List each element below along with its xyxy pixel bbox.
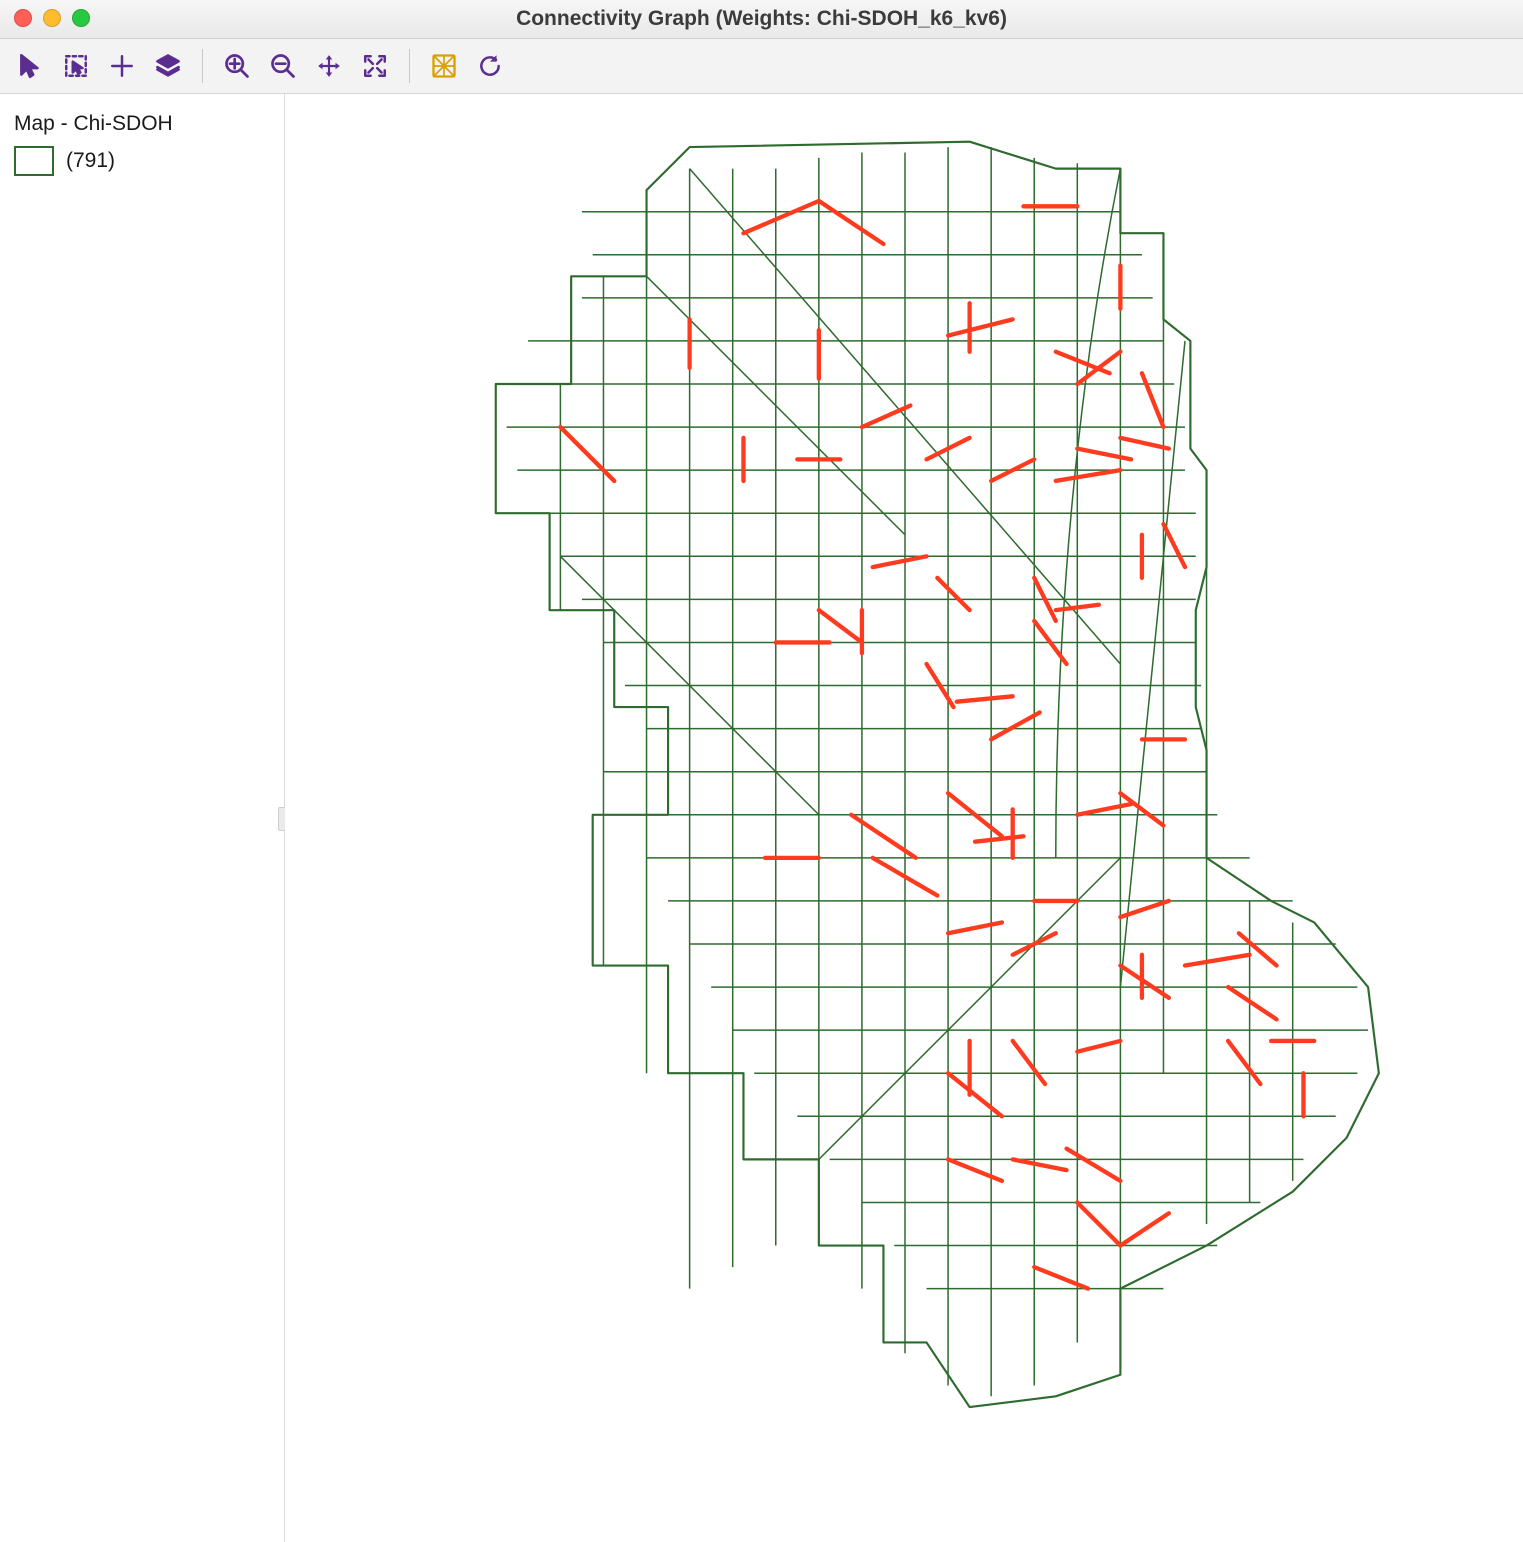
select-tool-button[interactable]: [10, 46, 50, 86]
window-title: Connectivity Graph (Weights: Chi-SDOH_k6…: [0, 7, 1523, 31]
map-svg: [325, 104, 1485, 1504]
toolbar-separator: [202, 49, 203, 83]
workspace: Map - Chi-SDOH (791): [0, 94, 1523, 1542]
rectangle-select-button[interactable]: [56, 46, 96, 86]
toolbar-separator: [409, 49, 410, 83]
zoom-out-button[interactable]: [263, 46, 303, 86]
zoom-in-icon: [223, 52, 251, 80]
map-canvas[interactable]: [285, 94, 1523, 1542]
layers-button[interactable]: [148, 46, 188, 86]
zoom-window-button[interactable]: [72, 9, 90, 27]
pan-icon: [316, 53, 342, 79]
basemap-icon: [430, 52, 458, 80]
zoom-out-icon: [269, 52, 297, 80]
zoom-in-button[interactable]: [217, 46, 257, 86]
full-extent-button[interactable]: [355, 46, 395, 86]
window-titlebar: Connectivity Graph (Weights: Chi-SDOH_k6…: [0, 0, 1523, 39]
legend-title: Map - Chi-SDOH: [14, 112, 270, 136]
full-extent-icon: [362, 53, 388, 79]
toolbar: [0, 39, 1523, 94]
legend-count: (791): [66, 149, 115, 173]
cursor-icon: [17, 53, 43, 79]
window-controls: [14, 9, 90, 27]
basemap-button[interactable]: [424, 46, 464, 86]
minimize-window-button[interactable]: [43, 9, 61, 27]
plus-icon: [109, 53, 135, 79]
legend-swatch: [14, 146, 54, 176]
legend-panel: Map - Chi-SDOH (791): [0, 94, 285, 1542]
add-button[interactable]: [102, 46, 142, 86]
legend-item[interactable]: (791): [14, 146, 270, 176]
refresh-button[interactable]: [470, 46, 510, 86]
layers-icon: [154, 52, 182, 80]
close-window-button[interactable]: [14, 9, 32, 27]
rectangle-select-icon: [63, 53, 89, 79]
refresh-icon: [477, 53, 503, 79]
pan-button[interactable]: [309, 46, 349, 86]
